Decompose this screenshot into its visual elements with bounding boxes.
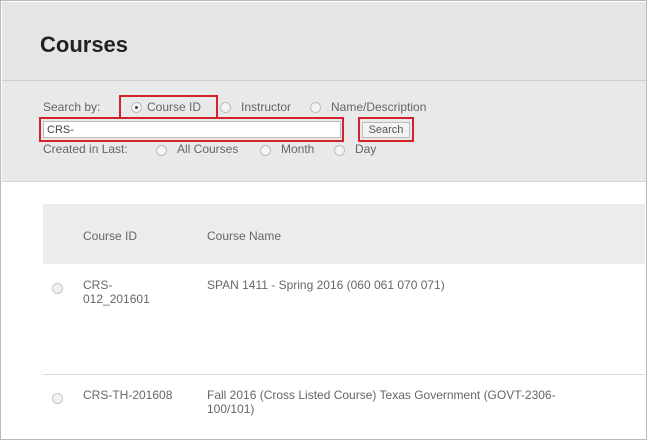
column-header-course-id[interactable]: Course ID xyxy=(83,229,137,243)
radio-month[interactable] xyxy=(260,145,271,156)
all-courses-option-label[interactable]: All Courses xyxy=(177,142,238,156)
radio-name-description[interactable] xyxy=(310,102,321,113)
day-option-label[interactable]: Day xyxy=(355,142,376,156)
radio-instructor[interactable] xyxy=(220,102,231,113)
course-id-cell: CRS- 012_201601 xyxy=(83,278,150,306)
course-id-line: CRS- xyxy=(83,278,113,292)
table-row: CRS- 012_201601 SPAN 1411 - Spring 2016 … xyxy=(43,264,645,374)
course-id-highlight xyxy=(119,95,218,119)
course-id-cell: CRS-TH-201608 xyxy=(83,388,172,402)
course-name-line: Fall 2016 (Cross Listed Course) Texas Go… xyxy=(207,388,556,402)
course-id-line: CRS-TH-201608 xyxy=(83,388,173,402)
search-by-label: Search by: xyxy=(43,100,101,114)
search-button-highlight xyxy=(358,117,414,142)
course-name-line: 100/101) xyxy=(207,402,255,416)
name-description-option-label[interactable]: Name/Description xyxy=(331,100,426,114)
column-header-course-name[interactable]: Course Name xyxy=(207,229,281,243)
radio-all-courses[interactable] xyxy=(156,145,167,156)
courses-table: Course ID Course Name CRS- 012_201601 SP… xyxy=(43,204,645,438)
table-row: CRS-TH-201608 Fall 2016 (Cross Listed Co… xyxy=(43,375,645,438)
month-option-label[interactable]: Month xyxy=(281,142,314,156)
course-id-line: 012_201601 xyxy=(83,292,150,306)
created-in-last-label: Created in Last: xyxy=(43,142,128,156)
row-select-radio[interactable] xyxy=(52,393,63,404)
row-select-radio[interactable] xyxy=(52,283,63,294)
radio-day[interactable] xyxy=(334,145,345,156)
table-header: Course ID Course Name xyxy=(43,204,645,264)
page-title: Courses xyxy=(40,32,129,57)
course-name-cell: Fall 2016 (Cross Listed Course) Texas Go… xyxy=(207,388,556,416)
instructor-option-label[interactable]: Instructor xyxy=(241,100,291,114)
search-input-highlight xyxy=(39,117,344,142)
course-name-line: SPAN 1411 - Spring 2016 (060 061 070 071… xyxy=(207,278,445,292)
course-name-cell: SPAN 1411 - Spring 2016 (060 061 070 071… xyxy=(207,278,445,292)
page-header: Courses xyxy=(2,2,646,81)
